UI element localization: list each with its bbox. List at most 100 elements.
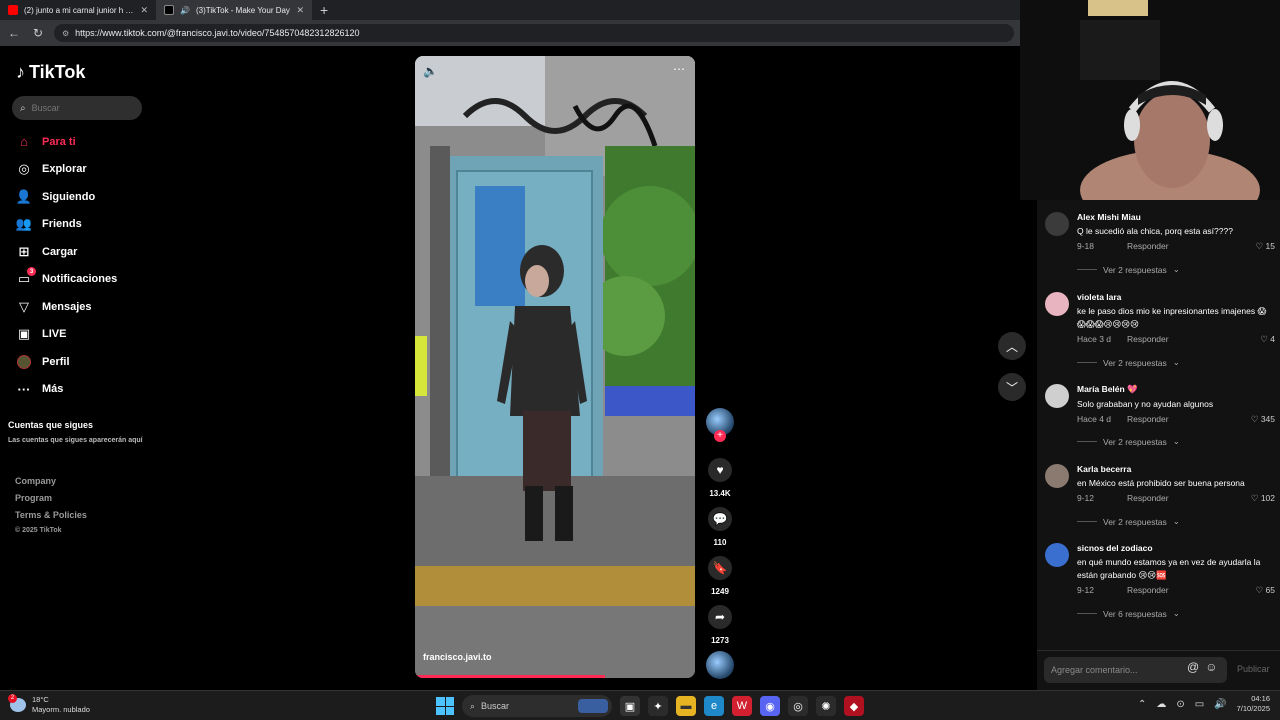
chatgpt-icon[interactable]: ✺ [816,696,836,716]
video-author[interactable]: francisco.javi.to [423,652,492,662]
comment-avatar[interactable] [1045,464,1069,488]
mention-icon[interactable]: @ [1187,660,1199,674]
reply-button[interactable]: Responder [1127,493,1169,503]
footer-link-company[interactable]: Company [15,476,87,493]
close-tab-icon[interactable]: ✕ [140,5,148,16]
nav-item-mensajes[interactable]: ▽ Mensajes [16,293,117,321]
view-replies-button[interactable]: Ver 2 respuestas ⌄ [1077,436,1180,447]
copilot-icon[interactable]: ✦ [648,696,668,716]
comment-button[interactable]: 💬 [708,507,732,531]
view-replies-label: Ver 2 respuestas [1103,516,1167,527]
task-view-icon[interactable]: ▣ [620,696,640,716]
weather-desc: Mayorm. nublado [32,705,90,714]
view-replies-button[interactable]: Ver 2 respuestas ⌄ [1077,264,1180,275]
nav-item-perfil[interactable]: Perfil [16,348,117,376]
reply-button[interactable]: Responder [1127,334,1169,344]
site-info-icon[interactable]: ⚙ [62,29,69,38]
browser-tab-bar: (2) junto a mi carnal junior h (Let ✕ 🔊 … [0,0,1020,20]
search-box[interactable]: ⌕ [12,96,142,120]
comment-username[interactable]: violeta lara [1077,292,1275,302]
taskbar-search[interactable]: ⌕ Buscar [462,695,612,717]
comment-like-button[interactable]: ♡ 4 [1260,334,1275,345]
save-button[interactable]: 🔖 [708,556,732,580]
nav-item-explorar[interactable]: ◎ Explorar [16,156,117,184]
edge-icon[interactable]: e [704,696,724,716]
nav-item-friends[interactable]: 👥 Friends [16,211,117,239]
volume-icon[interactable]: 🔊 [1214,699,1226,710]
reload-icon[interactable]: ↻ [30,26,46,40]
view-replies-button[interactable]: Ver 6 respuestas ⌄ [1077,608,1180,619]
clock[interactable]: 04:16 7/10/2025 [1237,694,1270,714]
previous-video-button[interactable]: ︿ [998,332,1026,360]
tab-title: (2) junto a mi carnal junior h (Let [24,5,135,15]
reply-button[interactable]: Responder [1127,585,1169,595]
tab-youtube[interactable]: (2) junto a mi carnal junior h (Let ✕ [0,0,156,20]
new-tab-button[interactable]: + [312,2,336,18]
speaker-icon[interactable]: 🔊 [180,6,190,15]
clock-date: 7/10/2025 [1236,704,1270,713]
reply-button[interactable]: Responder [1127,414,1169,424]
comment-username[interactable]: Karla becerra [1077,464,1275,474]
close-tab-icon[interactable]: ✕ [296,5,304,16]
post-comment-button[interactable]: Publicar [1237,664,1270,674]
wifi-icon[interactable]: ⊙ [1176,699,1184,710]
discord-icon[interactable]: ◉ [760,696,780,716]
file-explorer-icon[interactable]: ▬ [676,696,696,716]
url-field[interactable]: ⚙ https://www.tiktok.com/@francisco.javi… [54,24,1014,42]
comment-like-button[interactable]: ♡ 65 [1256,585,1275,596]
music-disc-icon[interactable] [706,651,734,679]
comment-like-button[interactable]: ♡ 345 [1251,414,1275,425]
comment-icon: 💬 [712,512,728,526]
comment-like-button[interactable]: ♡ 102 [1251,493,1275,504]
chevron-up-icon[interactable]: ⌃ [1138,699,1146,710]
next-video-button[interactable]: ﹀ [998,373,1026,401]
comment-username[interactable]: sicnos del zodiaco [1077,543,1275,553]
comment-avatar[interactable] [1045,292,1069,316]
like-count: 13.4K [709,489,731,498]
footer-links: Company Program Terms & Policies © 2025 … [15,476,87,544]
chevron-down-icon: ⌄ [1172,264,1180,274]
footer-link-program[interactable]: Program [15,493,87,510]
tab-tiktok[interactable]: 🔊 (3)TikTok - Make Your Day ✕ [156,0,312,20]
display-icon[interactable]: ▭ [1195,699,1204,710]
view-replies-button[interactable]: Ver 2 respuestas ⌄ [1077,516,1180,527]
share-icon: ➦ [714,610,726,624]
wps-icon[interactable]: W [732,696,752,716]
comment-username[interactable]: Alex Mishi Miau [1077,212,1275,222]
reply-button[interactable]: Responder [1127,241,1169,251]
obs-icon[interactable]: ◎ [788,696,808,716]
nav-item-cargar[interactable]: ⊞ Cargar [16,238,117,266]
nav-label: Explorar [42,163,87,176]
follow-plus-icon[interactable]: + [714,430,726,442]
nav-item-live[interactable]: ▣ LIVE [16,321,117,349]
share-button[interactable]: ➦ [708,605,732,629]
comment-avatar[interactable] [1045,212,1069,236]
comment-username[interactable]: María Belén 💖 [1077,384,1275,395]
like-button[interactable]: ♥ [708,458,732,482]
nav-item-mas[interactable]: ··· Más [16,376,117,404]
view-replies-label: Ver 2 respuestas [1103,436,1167,447]
comment-avatar[interactable] [1045,384,1069,408]
chevron-down-icon: ⌄ [1172,516,1180,526]
app-icon[interactable]: ◆ [844,696,864,716]
comment-like-button[interactable]: ♡ 15 [1256,241,1275,252]
windows-start-icon[interactable] [436,697,454,715]
search-input[interactable] [31,103,127,113]
url-text: https://www.tiktok.com/@francisco.javi.t… [75,28,360,38]
comment-avatar[interactable] [1045,543,1069,567]
footer-link-terms[interactable]: Terms & Policies [15,510,87,527]
nav-item-para-ti[interactable]: ⌂ Para ti [16,128,117,156]
nav-item-notificaciones[interactable]: ▭ 3 Notificaciones [16,266,117,294]
video-more-icon[interactable]: ⋯ [673,62,685,76]
nav-item-siguiendo[interactable]: 👤 Siguiendo [16,183,117,211]
emoji-icon[interactable]: ☺ [1205,660,1217,674]
volume-icon[interactable]: 🔈 [423,64,438,78]
weather-widget[interactable]: 2 18°C Mayorm. nublado [8,694,90,715]
tiktok-logo[interactable]: ♪ TikTok [16,62,85,83]
view-replies-button[interactable]: Ver 2 respuestas ⌄ [1077,357,1180,368]
video-progress-bar[interactable] [415,675,606,678]
share-count: 1273 [711,636,729,645]
back-icon[interactable]: ← [6,26,22,40]
video-player[interactable]: 🔈 ⋯ francisco.javi.to [415,56,695,678]
tray-app-icon[interactable]: ☁ [1156,699,1166,710]
